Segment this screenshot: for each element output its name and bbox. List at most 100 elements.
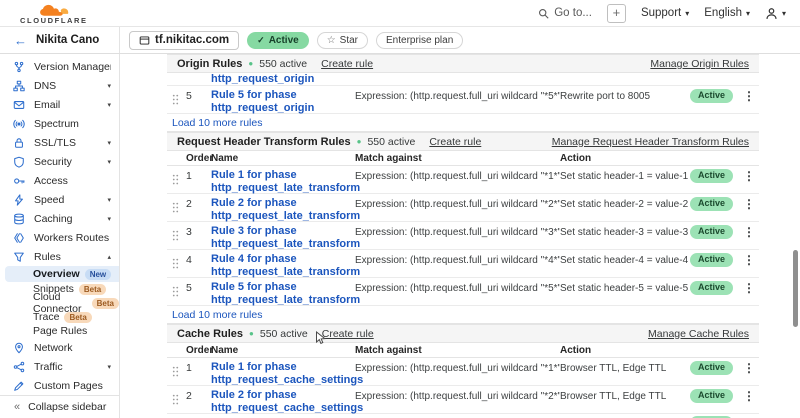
sidebar-item-label: SSL/TLS [34,137,99,149]
sidebar-item-ssl-tls[interactable]: SSL/TLS▾ [0,133,119,152]
sidebar-item-version-management[interactable]: Version Management [0,57,119,76]
vertical-scrollbar[interactable] [793,250,798,327]
add-button[interactable]: + [607,4,626,23]
column-order: Order [186,345,211,356]
kebab-menu-icon[interactable]: ⋮ [739,281,759,295]
table-column-headers: OrderNameMatch againstAction [167,343,759,358]
sidebar: Version ManagementDNS▾Email▾SpectrumSSL/… [0,54,120,418]
kebab-menu-icon[interactable]: ⋮ [739,361,759,375]
drag-handle-icon[interactable] [172,225,186,246]
user-menu[interactable]: ▾ [765,7,786,20]
sidebar-item-page-rules[interactable]: Page Rules [0,324,119,338]
sidebar-item-cloud-connector[interactable]: Cloud ConnectorBeta [0,296,119,310]
sidebar-item-email[interactable]: Email▾ [0,95,119,114]
sidebar-item-label: DNS [34,80,99,92]
manage-rules-link[interactable]: Manage Cache Rules [648,328,749,340]
workers-icon [13,231,26,244]
collapse-sidebar-button[interactable]: « Collapse sidebar [0,395,119,418]
branch-icon [13,60,26,73]
sidebar-item-overview[interactable]: OverviewNew [5,266,119,282]
goto-search[interactable]: Go to... [538,7,592,19]
rule-action: Browser TTL, Edge TTL [560,389,690,402]
sidebar-nav: Version ManagementDNS▾Email▾SpectrumSSL/… [0,57,119,395]
account-name[interactable]: Nikita Cano [36,34,99,46]
sidebar-item-access[interactable]: Access [0,171,119,190]
section-cache-rules: Cache Rules●550 activeCreate ruleManage … [167,324,759,418]
rule-name-link[interactable]: Rule 5 for phasehttp_request_late_transf… [211,281,355,307]
sidebar-item-rules[interactable]: Rules▴ [0,247,119,266]
column-action: Action [560,345,759,356]
funnel-icon [13,250,26,263]
star-icon: ☆ [327,35,336,46]
lock-icon [13,136,26,149]
check-icon: ✓ [257,35,265,46]
table-row: 1Rule 1 for phasehttp_request_late_trans… [167,166,759,194]
manage-rules-link[interactable]: Manage Origin Rules [650,58,749,70]
cloudflare-logo[interactable]: CLOUDFLARE [20,4,88,25]
rule-name-link[interactable]: Rule 5 for phasehttp_request_origin [211,89,355,115]
kebab-menu-icon[interactable]: ⋮ [739,89,759,103]
create-rule-link[interactable]: Create rule [429,136,481,148]
sidebar-item-custom-pages[interactable]: Custom Pages [0,376,119,395]
rule-order: 5 [186,89,211,102]
domain-selector[interactable]: tf.nikitac.com [129,31,239,50]
create-rule-link[interactable]: Create rule [322,328,374,340]
collapse-label: Collapse sidebar [28,401,106,413]
active-status-badge: Active [690,361,733,375]
rule-name-link[interactable]: Rule 3 for phasehttp_request_late_transf… [211,225,355,251]
drag-handle-icon[interactable] [172,253,186,274]
load-more-link[interactable]: Load 10 more rules [172,309,262,321]
manage-rules-link[interactable]: Manage Request Header Transform Rules [552,136,749,148]
sidebar-item-trace[interactable]: TraceBeta [0,310,119,324]
drag-handle-icon[interactable] [172,197,186,218]
rule-expression: Expression: (http.request.full_uri wildc… [355,281,560,294]
rule-order: 5 [186,281,211,294]
language-menu[interactable]: English ▾ [704,7,750,19]
sidebar-item-workers-routes[interactable]: Workers Routes [0,228,119,247]
kebab-menu-icon[interactable]: ⋮ [739,169,759,183]
sidebar-item-speed[interactable]: Speed▾ [0,190,119,209]
drag-handle-icon[interactable] [172,361,186,382]
active-status-badge: Active [690,281,733,295]
top-nav-right: Go to... + Support ▾ English ▾ ▾ [538,4,786,23]
account-bar-right: tf.nikitac.com ✓ Active ☆ Star Enterpris… [120,27,463,53]
rule-name-link[interactable]: Rule 1 for phasehttp_request_late_transf… [211,169,355,195]
kebab-menu-icon[interactable]: ⋮ [739,197,759,211]
back-button[interactable]: ← [14,33,27,48]
rule-expression: Expression: (http.request.full_uri wildc… [355,225,560,238]
create-rule-link[interactable]: Create rule [321,58,373,70]
column-name: Name [211,153,355,164]
sidebar-item-network[interactable]: Network [0,338,119,357]
sidebar-item-caching[interactable]: Caching▾ [0,209,119,228]
bolt-icon [13,193,26,206]
drag-handle-icon[interactable] [172,389,186,410]
kebab-menu-icon[interactable]: ⋮ [739,225,759,239]
support-menu[interactable]: Support ▾ [641,7,689,19]
kebab-menu-icon[interactable]: ⋮ [739,389,759,403]
rule-name-link[interactable]: Rule 2 for phasehttp_request_late_transf… [211,197,355,223]
rule-name-link[interactable]: Rule 2 for phasehttp_request_cache_setti… [211,389,355,415]
chevron-up-icon: ▴ [107,253,111,261]
drag-handle-icon[interactable] [172,169,186,190]
support-label: Support [641,7,681,19]
sidebar-item-spectrum[interactable]: Spectrum [0,114,119,133]
load-more-row: Load 10 more rules [167,114,759,132]
rule-name-link[interactable]: Rule 4 for phasehttp_request_late_transf… [211,253,355,279]
table-row: 5Rule 5 for phasehttp_request_late_trans… [167,278,759,306]
chevron-down-icon: ▾ [685,9,689,18]
zone-status-badge: ✓ Active [247,32,309,49]
drag-handle-icon[interactable] [172,281,186,302]
sidebar-item-traffic[interactable]: Traffic▾ [0,357,119,376]
kebab-menu-icon[interactable]: ⋮ [739,253,759,267]
sidebar-item-dns[interactable]: DNS▾ [0,76,119,95]
drag-handle-icon[interactable] [172,89,186,110]
rule-name-link[interactable]: http_request_origin [211,73,314,85]
rule-name-link[interactable]: Rule 1 for phasehttp_request_cache_setti… [211,361,355,387]
star-button[interactable]: ☆ Star [317,32,368,49]
key-icon [13,174,26,187]
load-more-row: Load 10 more rules [167,306,759,324]
load-more-link[interactable]: Load 10 more rules [172,117,262,129]
page-body: Version ManagementDNS▾Email▾SpectrumSSL/… [0,54,800,418]
cloudflare-logo-text: CLOUDFLARE [20,17,88,25]
sidebar-item-security[interactable]: Security▾ [0,152,119,171]
